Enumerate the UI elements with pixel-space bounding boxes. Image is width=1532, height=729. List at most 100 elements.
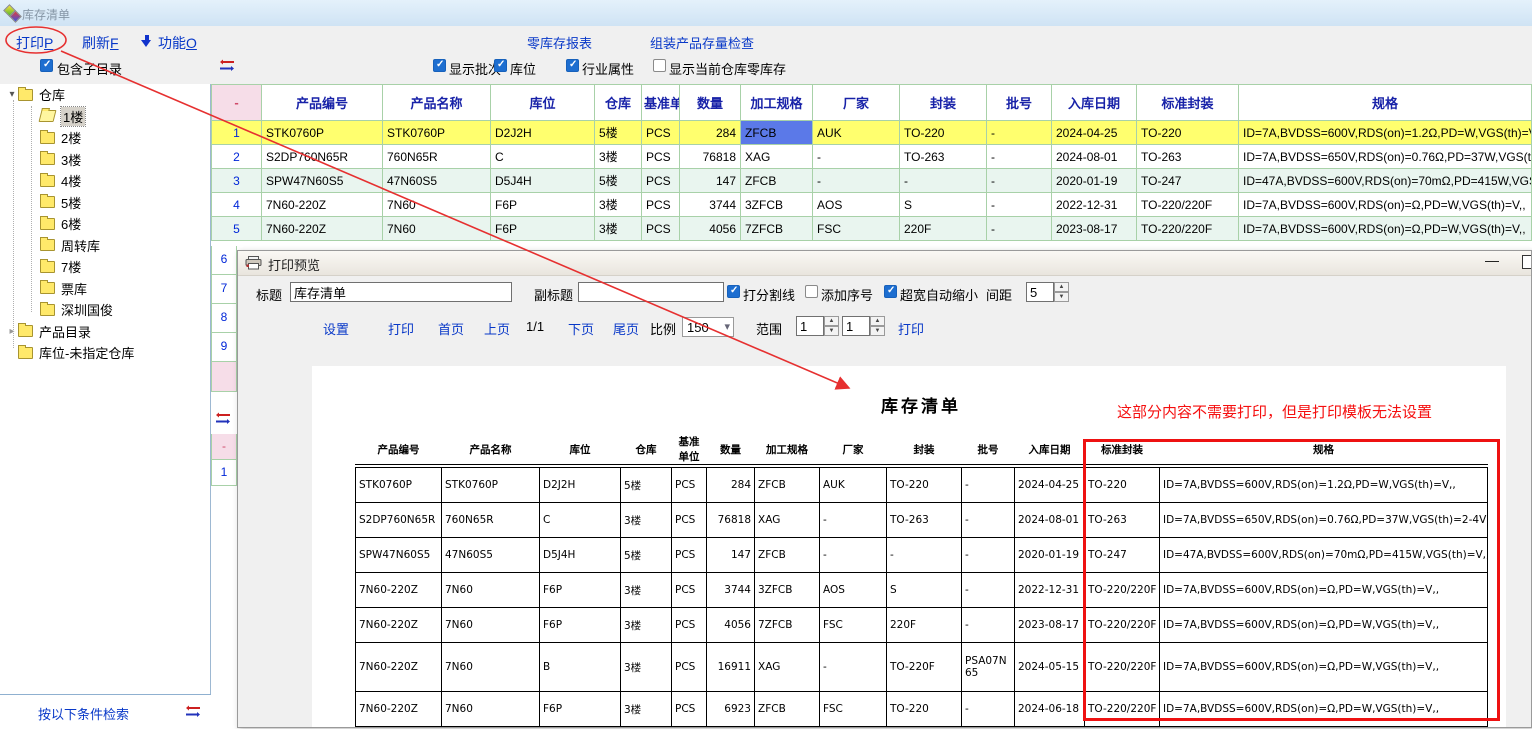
product-code-cell[interactable]: SPW47N60S5: [262, 169, 383, 193]
location-checkbox[interactable]: [494, 59, 507, 72]
auto-shrink-checkbox[interactable]: [884, 285, 897, 298]
process-spec-cell[interactable]: ZFCB: [741, 169, 813, 193]
column-header[interactable]: 产品编号: [262, 85, 383, 121]
row-number[interactable]: 6: [211, 246, 237, 275]
chevron-down-icon[interactable]: ▾: [6, 89, 18, 100]
location-cell[interactable]: D5J4H: [491, 169, 595, 193]
product-name-cell[interactable]: STK0760P: [383, 121, 491, 145]
quantity-cell[interactable]: 284: [680, 121, 741, 145]
product-name-cell[interactable]: 47N60S5: [383, 169, 491, 193]
product-name-cell[interactable]: 760N65R: [383, 145, 491, 169]
manufacturer-cell[interactable]: FSC: [813, 217, 900, 241]
split-line-checkbox[interactable]: [727, 285, 740, 298]
manufacturer-cell[interactable]: -: [813, 145, 900, 169]
prev-page-link[interactable]: 上页: [484, 319, 510, 338]
scale-select[interactable]: 150 ▾: [682, 317, 734, 337]
package-cell[interactable]: TO-263: [900, 145, 987, 169]
industry-attr-checkbox[interactable]: [566, 59, 579, 72]
column-header[interactable]: 基准单位: [642, 85, 680, 121]
include-subdirs-checkbox[interactable]: [40, 59, 53, 72]
process-spec-cell[interactable]: ZFCB: [741, 121, 813, 145]
product-name-cell[interactable]: 7N60: [383, 193, 491, 217]
spin-up-icon[interactable]: ▲: [824, 316, 839, 326]
row-number[interactable]: 9: [211, 333, 237, 362]
quantity-cell[interactable]: 4056: [680, 217, 741, 241]
inbound-date-cell[interactable]: 2022-12-31: [1052, 193, 1137, 217]
print-link[interactable]: 打印: [388, 319, 414, 338]
row-number[interactable]: 8: [211, 304, 237, 333]
product-name-cell[interactable]: 7N60: [383, 217, 491, 241]
column-header[interactable]: 仓库: [595, 85, 642, 121]
product-code-cell[interactable]: S2DP760N65R: [262, 145, 383, 169]
base-unit-cell[interactable]: PCS: [642, 217, 680, 241]
column-header[interactable]: 数量: [680, 85, 741, 121]
spin-up-icon[interactable]: ▲: [1054, 282, 1069, 292]
range-to-input[interactable]: [842, 316, 870, 336]
maximize-button[interactable]: [1522, 255, 1532, 269]
inbound-date-cell[interactable]: 2020-01-19: [1052, 169, 1137, 193]
spin-down-icon[interactable]: ▼: [870, 326, 885, 336]
location-cell[interactable]: F6P: [491, 193, 595, 217]
specification-cell[interactable]: ID=7A,BVDSS=650V,RDS(on)=0.76Ω,PD=37W,VG…: [1239, 145, 1532, 169]
process-spec-cell[interactable]: 7ZFCB: [741, 217, 813, 241]
standard-package-cell[interactable]: TO-263: [1137, 145, 1239, 169]
warehouse-cell[interactable]: 5楼: [595, 169, 642, 193]
package-cell[interactable]: S: [900, 193, 987, 217]
spacing-stepper[interactable]: ▲ ▼: [1054, 282, 1069, 302]
specification-cell[interactable]: ID=47A,BVDSS=600V,RDS(on)=70mΩ,PD=415W,V…: [1239, 169, 1532, 193]
spacing-input[interactable]: [1026, 282, 1054, 302]
warehouse-cell[interactable]: 3楼: [595, 145, 642, 169]
location-cell[interactable]: C: [491, 145, 595, 169]
standard-package-cell[interactable]: TO-220/220F: [1137, 193, 1239, 217]
base-unit-cell[interactable]: PCS: [642, 145, 680, 169]
package-cell[interactable]: 220F: [900, 217, 987, 241]
warehouse-cell[interactable]: 5楼: [595, 121, 642, 145]
specification-cell[interactable]: ID=7A,BVDSS=600V,RDS(on)=Ω,PD=W,VGS(th)=…: [1239, 193, 1532, 217]
inbound-date-cell[interactable]: 2024-08-01: [1052, 145, 1137, 169]
swap-arrows-icon[interactable]: [215, 412, 231, 425]
column-header[interactable]: 入库日期: [1052, 85, 1137, 121]
show-zero-stock-checkbox[interactable]: [653, 59, 666, 72]
process-spec-cell[interactable]: XAG: [741, 145, 813, 169]
package-cell[interactable]: -: [900, 169, 987, 193]
quantity-cell[interactable]: 76818: [680, 145, 741, 169]
settings-link[interactable]: 设置: [323, 319, 349, 338]
column-header[interactable]: 规格: [1239, 85, 1532, 121]
chevron-right-icon[interactable]: ▸: [6, 326, 18, 337]
dialog-titlebar[interactable]: 打印预览 —: [238, 251, 1531, 276]
row-number[interactable]: 5: [212, 217, 262, 241]
subtitle-field[interactable]: [578, 282, 724, 302]
manufacturer-cell[interactable]: AUK: [813, 121, 900, 145]
sidebar-item-unassigned-location[interactable]: 库位-未指定仓库: [0, 342, 210, 364]
process-spec-cell[interactable]: 3ZFCB: [741, 193, 813, 217]
manufacturer-cell[interactable]: -: [813, 169, 900, 193]
standard-package-cell[interactable]: TO-247: [1137, 169, 1239, 193]
row-number[interactable]: 7: [211, 275, 237, 304]
product-code-cell[interactable]: STK0760P: [262, 121, 383, 145]
warehouse-cell[interactable]: 3楼: [595, 193, 642, 217]
batch-cell[interactable]: -: [987, 193, 1052, 217]
zero-stock-report-link[interactable]: 零库存报表: [527, 33, 592, 52]
range-from-stepper[interactable]: ▲ ▼: [824, 316, 839, 336]
row-number[interactable]: 3: [212, 169, 262, 193]
last-page-link[interactable]: 尾页: [613, 319, 639, 338]
sidebar-item-warehouse-root[interactable]: ▾ 仓库: [0, 84, 210, 106]
column-header[interactable]: 封装: [900, 85, 987, 121]
batch-cell[interactable]: -: [987, 217, 1052, 241]
print-button[interactable]: 打印P: [16, 33, 53, 53]
specification-cell[interactable]: ID=7A,BVDSS=600V,RDS(on)=1.2Ω,PD=W,VGS(t…: [1239, 121, 1532, 145]
product-code-cell[interactable]: 7N60-220Z: [262, 193, 383, 217]
base-unit-cell[interactable]: PCS: [642, 169, 680, 193]
standard-package-cell[interactable]: TO-220: [1137, 121, 1239, 145]
column-header[interactable]: 产品名称: [383, 85, 491, 121]
functions-button[interactable]: 功能O: [158, 33, 197, 53]
manufacturer-cell[interactable]: AOS: [813, 193, 900, 217]
title-field[interactable]: [290, 282, 512, 302]
specification-cell[interactable]: ID=7A,BVDSS=600V,RDS(on)=Ω,PD=W,VGS(th)=…: [1239, 217, 1532, 241]
column-header[interactable]: 加工规格: [741, 85, 813, 121]
batch-cell[interactable]: -: [987, 145, 1052, 169]
next-page-link[interactable]: 下页: [568, 319, 594, 338]
range-from-input[interactable]: [796, 316, 824, 336]
first-page-link[interactable]: 首页: [438, 319, 464, 338]
standard-package-cell[interactable]: TO-220/220F: [1137, 217, 1239, 241]
